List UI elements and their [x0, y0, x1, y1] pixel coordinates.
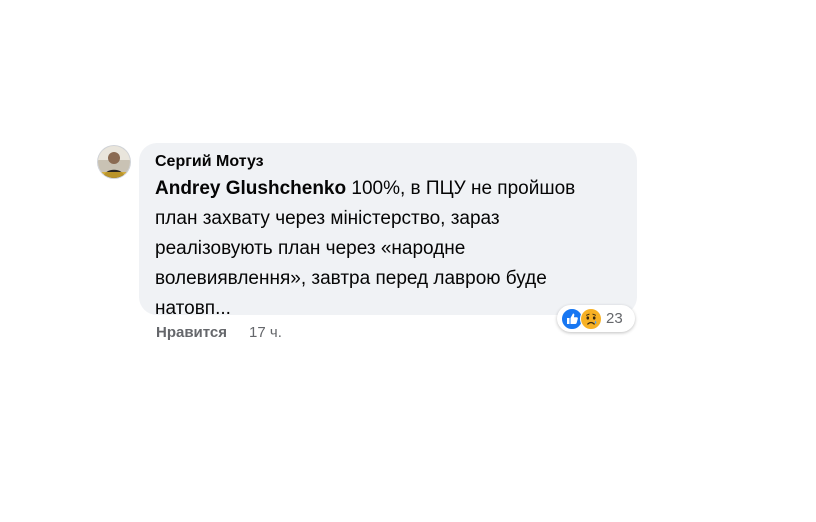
reaction-count: 23 [606, 310, 623, 327]
reactions-summary[interactable]: 23 [557, 305, 635, 332]
like-button[interactable]: Нравится [156, 324, 227, 341]
comment-actions: Нравится 17 ч. [156, 323, 282, 341]
comment-body: 100%, в ПЦУ не пройшов план захвату чере… [155, 178, 576, 319]
comment-author[interactable]: Сергий Мотуз [155, 152, 621, 172]
avatar[interactable] [98, 146, 130, 178]
comment-bubble: Сергий Мотуз Andrey Glushchenko 100%, в … [139, 143, 637, 319]
avatar-photo [98, 146, 130, 178]
comment-text: Andrey Glushchenko 100%, в ПЦУ не пройшо… [155, 174, 621, 324]
comment-timestamp[interactable]: 17 ч. [249, 324, 282, 341]
mention-link[interactable]: Andrey Glushchenko [155, 178, 346, 199]
sad-icon [580, 307, 602, 330]
